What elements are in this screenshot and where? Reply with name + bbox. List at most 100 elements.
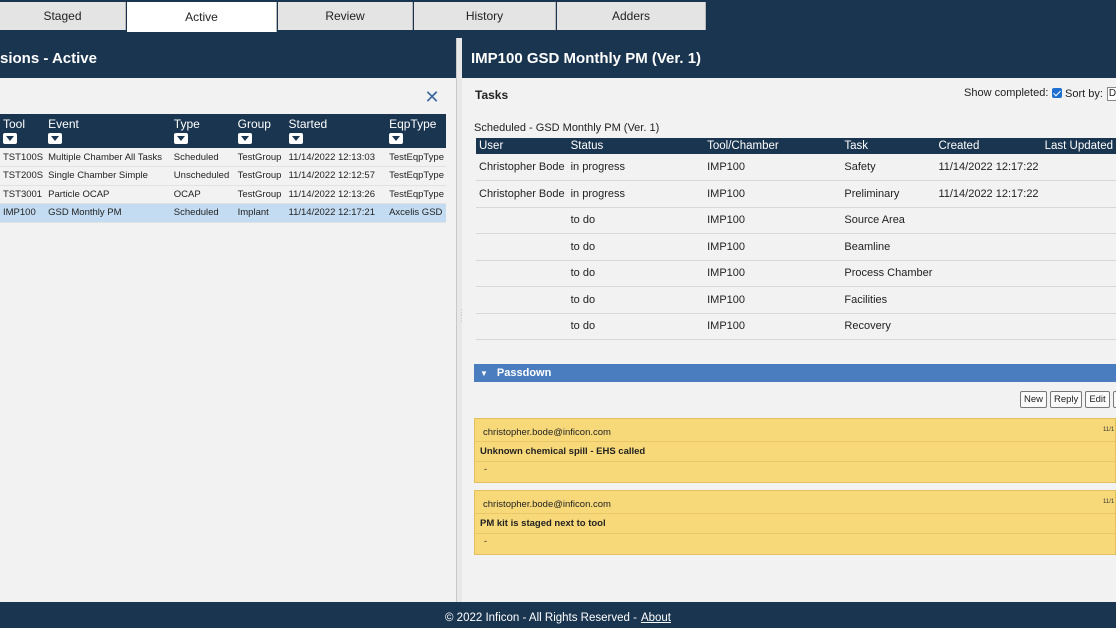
column-header-type: Type xyxy=(170,114,235,148)
cell-group: TestGroup xyxy=(234,185,286,204)
cell-status: to do xyxy=(567,207,705,234)
table-row[interactable]: to do IMP100 Source Area xyxy=(476,207,1116,234)
reply-button[interactable]: Reply xyxy=(1050,391,1083,408)
column-header-status: Status xyxy=(567,138,705,154)
cell-last-updated xyxy=(1041,233,1116,261)
cell-started: 11/14/2022 12:13:26 xyxy=(285,185,387,204)
note-author: christopher.bode@inficon.com xyxy=(483,499,611,510)
passdown-note[interactable]: christopher.bode@inficon.com 11/1 PM kit… xyxy=(474,490,1116,555)
note-message: Unknown chemical spill - EHS called xyxy=(480,446,646,457)
cell-started: 11/14/2022 12:17:21 xyxy=(285,203,387,223)
cell-user: Christopher Bode xyxy=(476,180,568,208)
table-row[interactable]: to do IMP100 Beamline xyxy=(476,233,1116,261)
cell-task: Source Area xyxy=(841,207,936,234)
cell-task: Beamline xyxy=(841,233,936,261)
cell-last-updated xyxy=(1041,207,1116,234)
new-button[interactable]: New xyxy=(1020,391,1048,408)
sort-by-control: Sort by: De xyxy=(1065,87,1116,101)
cell-task: Process Chamber xyxy=(841,260,936,287)
table-row[interactable]: to do IMP100 Recovery xyxy=(476,313,1116,340)
note-detail: - xyxy=(484,536,487,546)
table-row-selected[interactable]: IMP100 GSD Monthly PM Scheduled Implant … xyxy=(0,203,446,223)
cell-task: Safety xyxy=(841,154,936,181)
tasks-heading: Tasks xyxy=(475,88,509,102)
cell-tool-chamber: IMP100 xyxy=(704,180,842,208)
passdown-note[interactable]: christopher.bode@inficon.com 11/1 Unknow… xyxy=(474,418,1116,483)
cell-type: Scheduled xyxy=(170,203,235,223)
cell-created xyxy=(935,233,1042,261)
cell-started: 11/14/2022 12:12:57 xyxy=(285,166,387,186)
cell-tool: TST3001 xyxy=(0,185,46,204)
sessions-table: Tool Event Type Group Started EqpType TS… xyxy=(0,114,446,223)
tab-staged[interactable]: Staged xyxy=(0,2,126,30)
cell-status: to do xyxy=(567,260,705,287)
cell-user xyxy=(476,313,568,340)
cell-task: Facilities xyxy=(841,286,936,314)
table-row[interactable]: to do IMP100 Facilities xyxy=(476,286,1116,314)
filter-dropdown-icon[interactable] xyxy=(237,133,252,144)
tab-history[interactable]: History xyxy=(414,2,556,30)
cell-tool-chamber: IMP100 xyxy=(704,154,842,181)
table-row[interactable]: Christopher Bode in progress IMP100 Safe… xyxy=(476,154,1116,181)
show-completed-checkbox[interactable] xyxy=(1052,88,1063,98)
collapse-triangle-icon[interactable]: ▼ xyxy=(480,369,488,378)
cell-eqptype: TestEqpType xyxy=(386,166,446,186)
session-detail-panel: IMP100 GSD Monthly PM (Ver. 1) Tasks Sho… xyxy=(462,38,1116,602)
tab-review[interactable]: Review xyxy=(278,2,413,30)
filter-dropdown-icon[interactable] xyxy=(3,133,17,144)
cell-user xyxy=(476,207,568,234)
cell-eqptype: TestEqpType xyxy=(386,185,446,204)
cell-last-updated xyxy=(1041,180,1116,208)
show-completed-toggle[interactable]: Show completed: xyxy=(964,87,1063,99)
show-completed-label: Show completed: xyxy=(964,87,1049,99)
sort-by-select[interactable]: De xyxy=(1106,87,1116,101)
cell-eqptype: TestEqpType xyxy=(386,148,446,167)
cell-type: Unscheduled xyxy=(170,166,235,186)
tab-adders[interactable]: Adders xyxy=(557,2,706,30)
about-link[interactable]: About xyxy=(641,612,671,624)
cell-status: in progress xyxy=(567,154,705,181)
cell-user xyxy=(476,260,568,287)
cell-task: Preliminary xyxy=(841,180,936,208)
note-message: PM kit is staged next to tool xyxy=(480,518,606,529)
session-detail-title: IMP100 GSD Monthly PM (Ver. 1) xyxy=(471,49,702,67)
filter-dropdown-icon[interactable] xyxy=(389,133,404,144)
schedule-label: Scheduled - GSD Monthly PM (Ver. 1) xyxy=(474,122,660,134)
column-header-event: Event xyxy=(45,114,171,148)
table-row[interactable]: Christopher Bode in progress IMP100 Prel… xyxy=(476,180,1116,208)
filter-dropdown-icon[interactable] xyxy=(288,133,303,144)
close-icon[interactable]: ✕ xyxy=(424,88,440,106)
edit-button[interactable]: Edit xyxy=(1085,391,1110,408)
app-window: Staged Active Review History Adders sion… xyxy=(0,0,1116,628)
cell-tool: TST100S xyxy=(0,148,46,167)
cell-status: to do xyxy=(567,286,705,314)
table-row[interactable]: TST200S Single Chamber Simple Unschedule… xyxy=(0,166,446,186)
table-row[interactable]: to do IMP100 Process Chamber xyxy=(476,260,1116,287)
cell-tool-chamber: IMP100 xyxy=(704,207,842,234)
passdown-section-header[interactable]: ▼ Passdown xyxy=(474,364,1116,382)
drag-handle-icon[interactable]: ⋮⋮ xyxy=(458,309,466,328)
column-header-tool-chamber: Tool/Chamber xyxy=(704,138,842,154)
column-header-group: Group xyxy=(234,114,286,148)
cell-started: 11/14/2022 12:13:03 xyxy=(285,148,387,167)
cell-group: TestGroup xyxy=(234,148,286,167)
filter-dropdown-icon[interactable] xyxy=(48,133,63,144)
column-header-created: Created xyxy=(935,138,1042,154)
table-row[interactable]: TST100S Multiple Chamber All Tasks Sched… xyxy=(0,148,446,167)
column-header-user: User xyxy=(476,138,568,154)
cell-tool: IMP100 xyxy=(0,203,46,223)
cell-type: Scheduled xyxy=(170,148,235,167)
cell-created xyxy=(935,207,1042,234)
filter-dropdown-icon[interactable] xyxy=(173,133,188,144)
divider xyxy=(475,533,1115,534)
note-author: christopher.bode@inficon.com xyxy=(483,427,611,438)
divider xyxy=(475,441,1115,442)
table-row[interactable]: TST3001 Particle OCAP OCAP TestGroup 11/… xyxy=(0,185,446,204)
tab-bar: Staged Active Review History Adders xyxy=(0,0,1116,32)
copyright-text: © 2022 Inficon - All Rights Reserved - xyxy=(445,612,637,624)
note-date: 11/1 xyxy=(1103,499,1115,505)
tab-active[interactable]: Active xyxy=(127,2,277,32)
cell-created xyxy=(935,260,1042,287)
cell-last-updated xyxy=(1041,154,1116,181)
cell-group: Implant xyxy=(234,203,286,223)
